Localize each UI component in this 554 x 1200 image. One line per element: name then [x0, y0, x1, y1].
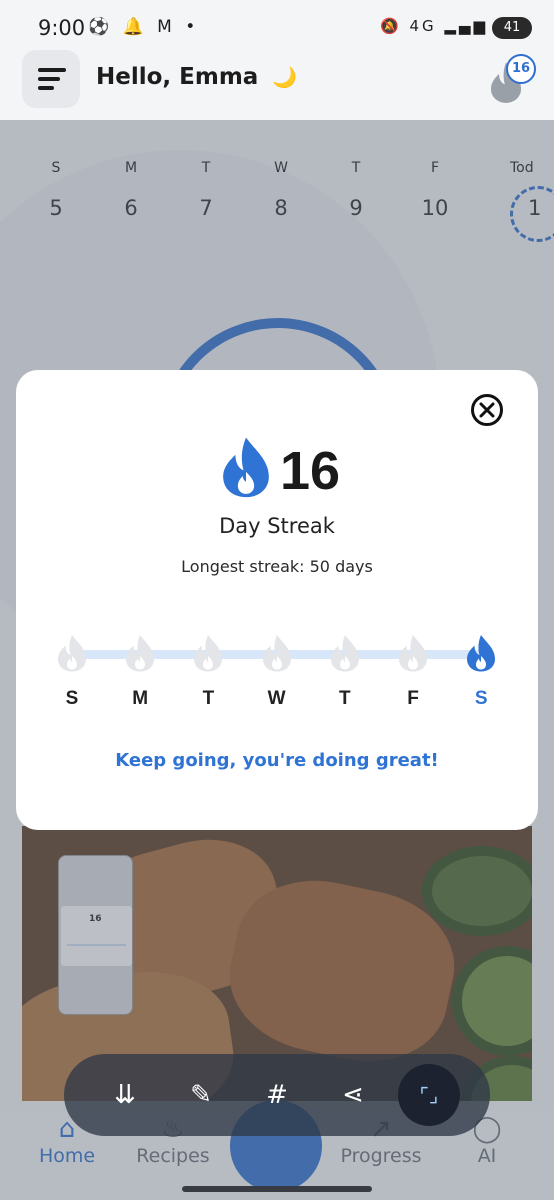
crop-edit-icon[interactable]: ✎	[176, 1070, 226, 1120]
menu-button[interactable]	[22, 50, 80, 108]
streak-count: 16	[280, 441, 341, 501]
moon-icon: 🌙	[272, 65, 298, 89]
share-icon[interactable]: ⋖	[328, 1070, 378, 1120]
streak-header-button[interactable]: 16	[486, 52, 538, 104]
streak-label: Day Streak	[219, 514, 335, 538]
flame-icon-inactive	[399, 635, 427, 672]
screenshot-toolbar: ⇊ ✎ # ⋖ ⌜⌟	[64, 1054, 490, 1136]
flame-icon-inactive	[58, 635, 86, 672]
scroll-capture-icon[interactable]: ⇊	[100, 1070, 150, 1120]
streak-badge: 16	[506, 54, 536, 84]
menu-line-icon	[38, 68, 66, 72]
day-letter: T	[202, 688, 215, 709]
day-letter: S	[65, 688, 79, 709]
flame-icon-inactive	[194, 635, 223, 672]
encouragement-text: Keep going, you're doing great!	[115, 750, 439, 771]
flame-icon-inactive	[330, 635, 359, 672]
menu-line-icon	[38, 86, 54, 90]
day-letter: T	[338, 688, 351, 709]
menu-line-icon	[38, 77, 60, 81]
network-indicator: 🔕 4G ▂▄▆	[380, 17, 488, 35]
notification-icons: ⚽ 🔔 M •	[88, 17, 200, 37]
close-icon	[479, 402, 495, 418]
day-letter: S	[474, 688, 488, 709]
flame-icon-inactive	[262, 635, 291, 672]
status-bar: 9:00 ⚽ 🔔 M • 🔕 4G ▂▄▆ 41	[0, 0, 554, 56]
battery-indicator: 41	[492, 17, 532, 39]
day-letter: F	[407, 688, 419, 709]
network-type: 4G	[409, 17, 437, 35]
streak-count-row: 16	[16, 434, 538, 506]
close-button[interactable]	[471, 394, 503, 426]
longest-streak: Longest streak: 50 days	[181, 557, 373, 576]
day-letter: M	[132, 688, 149, 709]
tag-icon[interactable]: #	[252, 1070, 302, 1120]
greeting-text: Hello, Emma	[96, 64, 259, 90]
streak-modal: 16 Day Streak Longest streak: 50 days Ke…	[16, 370, 538, 830]
flame-icon-active	[467, 635, 496, 672]
flame-icon-inactive	[126, 635, 155, 672]
day-letter: W	[267, 688, 286, 709]
screen-select-icon[interactable]: ⌜⌟	[398, 1064, 460, 1126]
greeting: Hello, Emma 🌙	[96, 64, 297, 90]
status-time: 9:00	[38, 16, 86, 40]
flame-icon	[223, 437, 269, 498]
